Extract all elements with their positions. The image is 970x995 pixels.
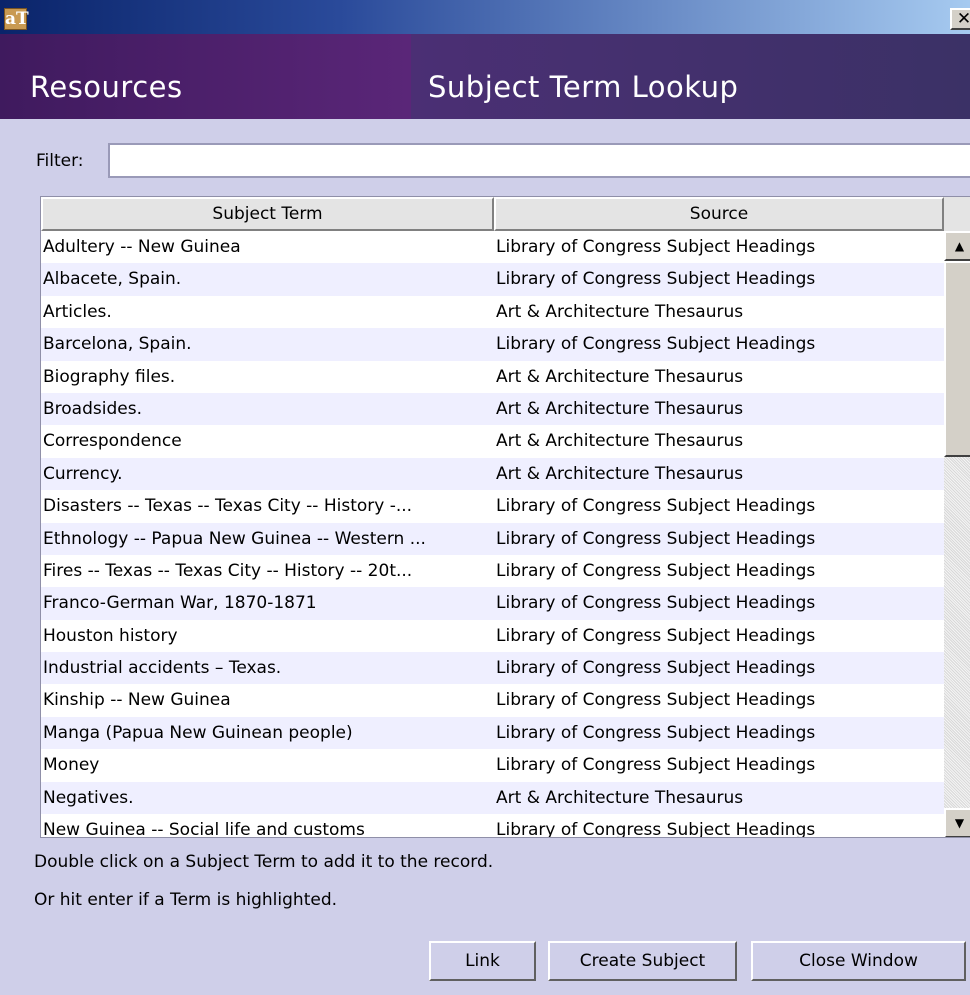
subject-term-cell: Broadsides. [43,398,142,419]
table-header: Subject Term Source [41,197,970,231]
table-row[interactable]: Kinship -- New Guinea Library of Congress… [41,684,944,717]
subject-term-cell: Negatives. [43,787,134,808]
dialog-title: Subject Term Lookup [428,70,739,104]
subject-term-table: Subject Term Source Adultery -- New Guin… [40,196,970,838]
table-row[interactable]: Industrial accidents – Texas. Library of … [41,652,944,685]
close-window-icon[interactable]: ✕ [950,8,970,30]
source-cell: Art & Architecture Thesaurus [496,463,744,484]
source-cell: Library of Congress Subject Headings [496,269,816,290]
subject-term-cell: Disasters -- Texas -- Texas City -- Hist… [43,496,413,517]
subject-term-cell: Currency. [43,463,123,484]
table-row[interactable]: Broadsides. Art & Architecture Thesaurus [41,392,944,426]
filter-label: Filter: [36,151,84,171]
source-cell: Library of Congress Subject Headings [496,820,816,838]
instruction-text-enter: Or hit enter if a Term is highlighted. [34,890,338,910]
source-cell: Library of Congress Subject Headings [496,528,816,549]
source-cell: Art & Architecture Thesaurus [496,431,744,452]
table-row[interactable]: Fires -- Texas -- Texas City -- History … [41,554,944,588]
table-row[interactable]: Correspondence Art & Architecture Thesaur… [41,425,944,458]
table-row[interactable]: Adultery -- New Guinea Library of Congres… [41,231,944,264]
source-cell: Library of Congress Subject Headings [496,593,816,614]
table-body: Adultery -- New Guinea Library of Congres… [41,231,944,838]
source-cell: Library of Congress Subject Headings [496,237,816,257]
subject-term-cell: Industrial accidents – Texas. [43,658,282,679]
source-cell: Library of Congress Subject Headings [496,560,816,581]
vertical-scrollbar[interactable]: ▲ ▼ [944,231,970,837]
section-title: Resources [30,70,183,104]
table-row[interactable]: Disasters -- Texas -- Texas City -- Hist… [41,490,944,523]
source-cell: Art & Architecture Thesaurus [496,787,744,808]
column-header-subject-term[interactable]: Subject Term [41,197,494,231]
table-row[interactable]: Ethnology -- Papua New Guinea -- Western… [41,522,944,555]
source-cell: Art & Architecture Thesaurus [496,366,744,387]
subject-term-cell: Franco-German War, 1870-1871 [43,593,317,614]
subject-term-cell: Adultery -- New Guinea [43,237,241,257]
link-button[interactable]: Link [429,941,536,981]
subject-term-cell: Houston history [43,625,178,646]
table-row[interactable]: Houston history Library of Congress Subje… [41,619,944,653]
source-cell: Library of Congress Subject Headings [496,690,816,711]
close-window-button[interactable]: Close Window [751,941,966,981]
app-logo-icon: aT [4,8,29,30]
source-cell: Library of Congress Subject Headings [496,496,816,517]
column-header-source[interactable]: Source [494,197,944,231]
filter-input[interactable] [108,143,970,178]
table-row[interactable]: Biography files. Art & Architecture Thesa… [41,360,944,393]
source-cell: Art & Architecture Thesaurus [496,398,744,419]
table-row[interactable]: Barcelona, Spain. Library of Congress Sub… [41,328,944,361]
header-right-panel: Subject Term Lookup [411,34,970,119]
table-row[interactable]: Franco-German War, 1870-1871 Library of C… [41,587,944,620]
source-cell: Library of Congress Subject Headings [496,625,816,646]
source-cell: Library of Congress Subject Headings [496,334,816,355]
scroll-down-icon[interactable]: ▼ [944,808,970,837]
subject-term-cell: Money [43,755,100,776]
source-cell: Library of Congress Subject Headings [496,658,816,679]
create-subject-button[interactable]: Create Subject [548,941,737,981]
table-row[interactable]: Money Library of Congress Subject Heading… [41,749,944,782]
instruction-text-double-click: Double click on a Subject Term to add it… [34,852,494,872]
subject-term-cell: Albacete, Spain. [43,269,182,290]
table-row[interactable]: Articles. Art & Architecture Thesaurus [41,295,944,329]
header-band: Resources Subject Term Lookup [0,34,970,119]
table-row[interactable]: Manga (Papua New Guinean people) Library … [41,716,944,750]
subject-term-cell: New Guinea -- Social life and customs [43,820,365,838]
scroll-up-icon[interactable]: ▲ [944,231,970,261]
table-row[interactable]: New Guinea -- Social life and customs Lib… [41,814,944,838]
subject-term-cell: Manga (Papua New Guinean people) [43,722,353,743]
subject-term-cell: Barcelona, Spain. [43,334,192,355]
scrollbar-thumb[interactable] [944,261,970,457]
subject-term-cell: Biography files. [43,366,176,387]
source-cell: Library of Congress Subject Headings [496,722,816,743]
table-header-corner [944,197,970,231]
subject-term-cell: Correspondence [43,431,182,452]
table-row[interactable]: Negatives. Art & Architecture Thesaurus [41,781,944,815]
table-row[interactable]: Currency. Art & Architecture Thesaurus [41,457,944,491]
source-cell: Library of Congress Subject Headings [496,755,816,776]
subject-term-cell: Ethnology -- Papua New Guinea -- Western… [43,528,426,549]
subject-term-cell: Fires -- Texas -- Texas City -- History … [43,560,413,581]
header-left-panel: Resources [0,34,411,119]
source-cell: Art & Architecture Thesaurus [496,301,744,322]
table-row[interactable]: Albacete, Spain. Library of Congress Subj… [41,263,944,296]
subject-term-cell: Articles. [43,301,112,322]
subject-term-cell: Kinship -- New Guinea [43,690,231,711]
window-titlebar[interactable]: aT ✕ [0,0,970,34]
